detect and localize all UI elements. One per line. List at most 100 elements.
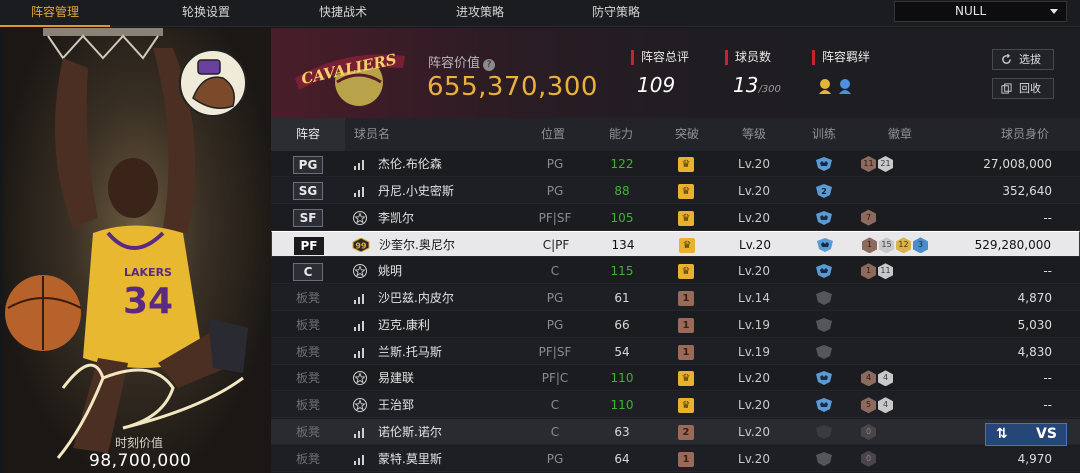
badge-list[interactable]: 1 15 12 3 (862, 237, 942, 254)
badge-list[interactable]: 54 (861, 397, 941, 414)
player-name[interactable]: 杰伦.布伦森 (378, 151, 442, 177)
lineup-slot[interactable]: 板凳 (271, 339, 345, 365)
player-rating: 122 (610, 157, 634, 171)
lineup-slot[interactable]: SF (271, 205, 345, 231)
col-name[interactable]: 球员名 (354, 118, 390, 151)
col-level[interactable]: 等级 (742, 118, 766, 151)
badge-hex-icon: 1 (862, 237, 877, 254)
table-row[interactable]: 板凳 兰斯.托马斯 PF|SF 54 1 Lv.19 4,830 (271, 338, 1080, 365)
table-row[interactable]: C 姚明 C 115 ♛ Lv.20 1 11 -- (271, 258, 1080, 285)
moment-value: 98,700,000 (89, 451, 192, 471)
table-row[interactable]: 板凳 诺伦斯.诺尔 C 63 2 Lv.20 0 (271, 419, 1080, 445)
lineup-slot[interactable]: 板凳 (271, 419, 345, 445)
player-position: PF|SF (538, 210, 572, 225)
player-name[interactable]: 沙奎尔.奥尼尔 (379, 232, 455, 258)
player-name[interactable]: 李凯尔 (378, 205, 414, 231)
table-row[interactable]: 板凳 沙巴兹.内皮尔 PG 61 1 Lv.14 4,870 (271, 285, 1080, 311)
training-shield-icon[interactable] (814, 317, 834, 333)
badge-list[interactable]: 11 21 (861, 156, 941, 172)
badge-list[interactable] (861, 317, 941, 333)
training-shield-icon[interactable] (814, 344, 834, 360)
filter-select[interactable]: NULL (894, 1, 1067, 22)
player-name[interactable]: 沙巴兹.内皮尔 (378, 285, 454, 311)
col-value[interactable]: 球员身价 (1001, 118, 1049, 151)
training-shield-icon[interactable] (814, 451, 834, 467)
help-icon[interactable]: ? (483, 59, 496, 71)
player-rating: 110 (610, 398, 634, 413)
select-button[interactable]: 选拔 (992, 49, 1054, 70)
table-row[interactable]: 板凳 迈克.康利 PG 66 1 Lv.19 5,030 (271, 312, 1080, 338)
training-shield-icon[interactable] (815, 237, 835, 253)
training-shield-icon[interactable] (814, 156, 834, 172)
table-row[interactable]: SF 李凯尔 PF|SF 105 ♛ Lv.20 7 -- (271, 205, 1080, 231)
player-name[interactable]: 易建联 (378, 365, 414, 391)
training-shield-icon[interactable] (814, 263, 834, 279)
col-rating[interactable]: 能力 (609, 118, 633, 151)
player-position: C (550, 425, 560, 439)
tab-quick-tactics[interactable]: 快捷战术 (288, 0, 398, 27)
badge-list[interactable]: 44 (861, 370, 941, 387)
badge-list[interactable] (861, 183, 941, 199)
lineup-slot[interactable]: 板凳 (271, 365, 345, 391)
tab-rotation-settings[interactable]: 轮换设置 (151, 0, 261, 27)
col-breakthrough[interactable]: 突破 (675, 118, 699, 151)
copy-icon (1001, 83, 1012, 94)
lineup-slot[interactable]: 板凳 (271, 392, 345, 418)
bond-icons[interactable] (817, 76, 857, 96)
col-badges[interactable]: 徽章 (888, 118, 912, 151)
breakthrough-level-icon: 1 (678, 344, 694, 360)
lineup-slot[interactable]: PG (271, 151, 345, 177)
featured-player-card[interactable]: 34 LAKERS 时刻价值 98,700,000 (3, 28, 271, 473)
table-row[interactable]: 板凳 蒙特.莫里斯 PG 64 1 Lv.20 0 4,970 (271, 445, 1080, 472)
badge-list[interactable] (861, 290, 941, 306)
lineup-slot[interactable]: 板凳 (271, 285, 345, 311)
player-name[interactable]: 兰斯.托马斯 (378, 339, 442, 365)
training-shield-icon[interactable] (814, 370, 834, 386)
table-row[interactable]: PF 99 沙奎尔.奥尼尔 C|PF 134 ♛ Lv.20 1 15 12 3 529,280,00… (271, 231, 1080, 258)
compare-vs-button[interactable]: ⇅ VS (985, 423, 1067, 446)
badge-list[interactable] (861, 344, 941, 360)
team-logo: CAVALIERS (295, 50, 405, 106)
player-name[interactable]: 丹尼.小史密斯 (378, 178, 454, 204)
crown-icon: ♛ (678, 210, 694, 226)
player-value: 4,970 (1017, 451, 1052, 466)
player-name[interactable]: 诺伦斯.诺尔 (378, 419, 442, 445)
player-rating: 63 (614, 425, 630, 439)
col-training[interactable]: 训练 (812, 118, 836, 151)
training-shield-icon[interactable] (814, 397, 834, 413)
badge-list[interactable]: 0 (861, 424, 941, 440)
lineup-slot[interactable]: SG (271, 178, 345, 204)
table-row[interactable]: SG 丹尼.小史密斯 PG 88 ♛ Lv.20 2 352,640 (271, 177, 1080, 204)
badge-hex-icon: 12 (896, 237, 911, 254)
badge-list[interactable]: 0 (861, 450, 941, 467)
roster-table: 阵容 球员名 位置 能力 突破 等级 训练 徽章 球员身价 PG 杰伦.布伦森 PG… (271, 118, 1080, 473)
tab-defense-strategy[interactable]: 防守策略 (561, 0, 671, 27)
player-name[interactable]: 迈克.康利 (378, 312, 430, 338)
bench-label: 板凳 (295, 371, 320, 386)
lineup-slot[interactable]: 板凳 (271, 312, 345, 338)
tab-offense-strategy[interactable]: 进攻策略 (425, 0, 535, 27)
table-row[interactable]: 板凳 易建联 PF|C 110 ♛ Lv.20 4 4 -- (271, 365, 1080, 392)
lineup-slot[interactable]: PF (272, 232, 346, 258)
recycle-button[interactable]: 回收 (992, 78, 1054, 99)
tab-lineup-management[interactable]: 阵容管理 (0, 0, 110, 27)
training-shield-icon[interactable] (814, 424, 834, 440)
player-name[interactable]: 姚明 (378, 258, 402, 284)
col-lineup[interactable]: 阵容 (271, 118, 345, 151)
badge-list[interactable]: 1 11 (861, 263, 941, 280)
badge-list[interactable]: 7 (861, 209, 941, 226)
table-row[interactable]: 板凳 王治郅 C 110 ♛ Lv.20 5 4 -- (271, 392, 1080, 419)
col-position[interactable]: 位置 (541, 118, 565, 151)
badge-hex-icon: 1 (861, 263, 876, 280)
player-value: -- (1043, 210, 1052, 225)
training-shield-icon[interactable] (814, 210, 834, 226)
training-shield-icon[interactable] (814, 290, 834, 306)
player-position: PF|SF (538, 344, 572, 359)
player-rating: 54 (614, 344, 630, 359)
lineup-slot[interactable]: 板凳 (271, 446, 345, 472)
player-name[interactable]: 蒙特.莫里斯 (378, 446, 442, 472)
table-row[interactable]: PG 杰伦.布伦森 PG 122 ♛ Lv.20 11 21 27,008,000 (271, 151, 1080, 177)
lineup-slot[interactable]: C (271, 258, 345, 284)
player-name[interactable]: 王治郅 (378, 392, 414, 418)
training-shield-icon[interactable]: 2 (814, 183, 834, 199)
